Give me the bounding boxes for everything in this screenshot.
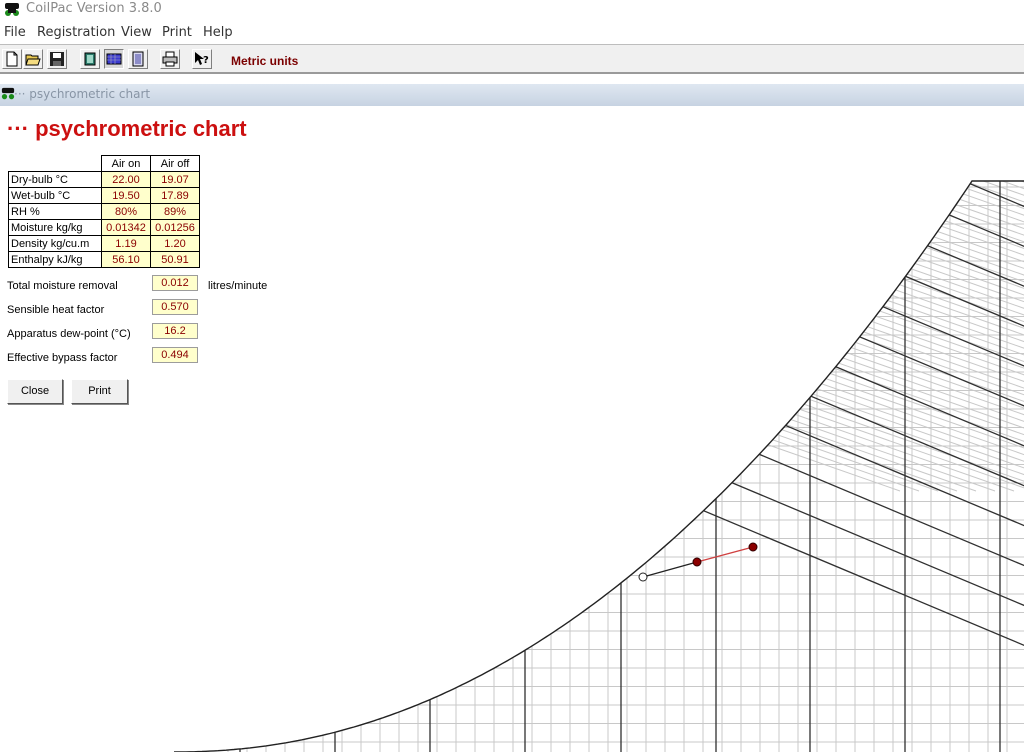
menu-help[interactable]: Help	[203, 25, 233, 40]
air-off-value: 17.89	[150, 187, 200, 204]
table-row: RH % 80% 89%	[8, 203, 200, 220]
window-title: CoilPac Version 3.8.0	[26, 1, 162, 16]
menu-print[interactable]: Print	[162, 25, 192, 40]
enthalpy-gridline	[174, 181, 1024, 492]
enthalpy-major-line	[689, 181, 1024, 653]
save-icon	[50, 52, 64, 66]
air-on-value: 56.10	[101, 251, 151, 268]
saturation-curve	[174, 180, 1024, 752]
enthalpy-major-line	[499, 181, 1024, 653]
dew-point-value: 16.2	[152, 323, 198, 339]
air-properties-table: Air on Air off Dry-bulb °C 22.00 19.07 W…	[8, 155, 200, 268]
row-label: RH %	[8, 203, 102, 220]
enthalpy-major-line	[174, 181, 1024, 653]
bypass-line	[642, 561, 698, 578]
table-row: Density kg/cu.m 1.19 1.20	[8, 235, 200, 252]
dew-point-marker	[638, 572, 648, 582]
dew-point-label: Apparatus dew-point (°C)	[7, 328, 131, 340]
row-label: Enthalpy kJ/kg	[8, 251, 102, 268]
help-button[interactable]: ?	[192, 49, 212, 69]
chart-view-icon	[106, 53, 122, 65]
row-label: Dry-bulb °C	[8, 171, 102, 188]
row-label: Wet-bulb °C	[8, 187, 102, 204]
air-off-value: 89%	[150, 203, 200, 220]
enthalpy-gridline	[174, 181, 1024, 492]
moisture-removal-unit: litres/minute	[208, 280, 268, 292]
sensible-heat-factor-value: 0.570	[152, 299, 198, 315]
table-row: Enthalpy kJ/kg 56.10 50.91	[8, 251, 200, 268]
page-title: ··· psychrometric chart	[7, 116, 247, 141]
chart-view-button[interactable]	[104, 49, 124, 69]
menu-registration[interactable]: Registration	[37, 25, 115, 40]
open-folder-icon	[25, 54, 41, 66]
units-label: Metric units	[231, 54, 299, 68]
table-corner-cell	[8, 155, 102, 172]
toolbar: ? Metric units	[0, 44, 1024, 74]
air-on-marker	[748, 542, 758, 552]
process-line	[696, 546, 754, 563]
moisture-removal-value: 0.012	[152, 275, 198, 291]
sensible-heat-factor-label: Sensible heat factor	[7, 304, 105, 316]
row-label: Density kg/cu.m	[8, 235, 102, 252]
bypass-factor-label: Effective bypass factor	[7, 352, 118, 364]
table-row: Moisture kg/kg 0.01342 0.01256	[8, 219, 200, 236]
menu-view[interactable]: View	[121, 25, 152, 40]
child-window-titlebar: ··· psychrometric chart	[0, 84, 1024, 106]
table-header-air-on: Air on	[101, 155, 151, 172]
open-button[interactable]	[23, 49, 43, 69]
help-pointer-icon: ?	[195, 52, 209, 66]
moisture-removal-label: Total moisture removal	[7, 280, 118, 292]
air-off-value: 50.91	[150, 251, 200, 268]
svg-text:?: ?	[203, 55, 209, 66]
table-row: Wet-bulb °C 19.50 17.89	[8, 187, 200, 204]
row-label: Moisture kg/kg	[8, 219, 102, 236]
air-off-marker	[692, 557, 702, 567]
app-icon	[1, 87, 15, 100]
air-off-value: 1.20	[150, 235, 200, 252]
coil-view-button[interactable]	[80, 49, 100, 69]
coil-view-icon	[84, 52, 96, 66]
air-on-value: 80%	[101, 203, 151, 220]
close-button[interactable]: Close	[7, 379, 63, 404]
air-on-value: 22.00	[101, 171, 151, 188]
table-header-row: Air on Air off	[8, 155, 200, 172]
new-file-icon	[6, 51, 18, 67]
table-row: Dry-bulb °C 22.00 19.07	[8, 171, 200, 188]
air-off-value: 19.07	[150, 171, 200, 188]
report-view-button[interactable]	[128, 49, 148, 69]
menu-file[interactable]: File	[4, 25, 26, 40]
save-button[interactable]	[47, 49, 67, 69]
printer-icon	[162, 51, 178, 67]
new-button[interactable]	[2, 49, 22, 69]
title-bar: CoilPac Version 3.8.0	[0, 0, 1024, 20]
air-on-value: 19.50	[101, 187, 151, 204]
app-icon	[5, 3, 19, 16]
air-off-value: 0.01256	[150, 219, 200, 236]
bypass-factor-value: 0.494	[152, 347, 198, 363]
print-toolbar-button[interactable]	[160, 49, 180, 69]
air-on-value: 0.01342	[101, 219, 151, 236]
print-button[interactable]: Print	[71, 379, 128, 404]
report-view-icon	[132, 51, 144, 67]
child-window-title: ··· psychrometric chart	[14, 87, 151, 101]
table-header-air-off: Air off	[150, 155, 200, 172]
menu-bar: File Registration View Print Help	[0, 22, 1024, 44]
air-on-value: 1.19	[101, 235, 151, 252]
